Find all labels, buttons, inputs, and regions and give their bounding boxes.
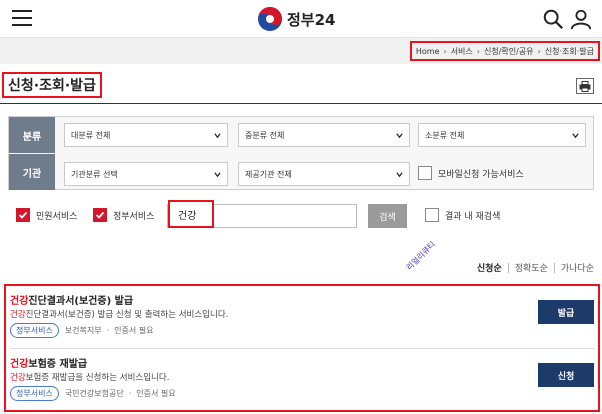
agency-label: 기관 [9, 154, 55, 190]
side-label: 리얼리큐티 [404, 239, 438, 273]
result-auth-requirement: 인증서 필요 [114, 326, 154, 335]
result-auth-requirement: 인증서 필요 [136, 389, 176, 398]
result-title[interactable]: 건강보험증 재발급 [10, 355, 87, 370]
result-title-highlight: 건강 [10, 296, 29, 307]
gov-service-checkbox[interactable] [93, 208, 107, 222]
result-description: 건강보험증 재발급을 신청하는 서비스입니다. [10, 371, 169, 383]
civil-service-checkbox[interactable] [16, 208, 30, 222]
service-type-badge: 정부서비스 [10, 386, 59, 401]
service-type-badge: 정부서비스 [10, 323, 59, 338]
agency-type-value: 기관분류 선택 [71, 169, 118, 179]
category-label: 분류 [9, 117, 55, 153]
gov-service-option[interactable]: 정부서비스 [93, 208, 154, 222]
meta-separator: · [128, 389, 132, 398]
title-row: 신청·조회·발급 [0, 68, 602, 104]
research-option[interactable]: 결과 내 재검색 [425, 208, 500, 222]
print-icon [579, 80, 591, 92]
chevron-down-icon [396, 133, 403, 139]
breadcrumb-apply-check-share[interactable]: 신청/확인/공유 [484, 46, 534, 57]
chevron-down-icon [214, 133, 221, 139]
result-item: 건강보험증 재발급 건강보험증 재발급을 신청하는 서비스입니다. 정부서비스 … [10, 348, 594, 408]
major-category-select[interactable]: 대분류 전체 [64, 123, 228, 147]
result-organization: 국민건강보험공단 [64, 389, 124, 398]
breadcrumb-service[interactable]: 서비스 [451, 46, 473, 57]
mobile-service-label: 모바일신청 가능서비스 [438, 169, 524, 180]
research-checkbox[interactable] [425, 208, 439, 222]
result-desc-highlight: 건강 [10, 373, 26, 383]
breadcrumb-bar: Home › 서비스 › 신청/확인/공유 › 신청·조회·발급 [0, 38, 602, 64]
provider-select[interactable]: 제공기관 전체 [238, 162, 410, 186]
chevron-down-icon [396, 172, 403, 178]
middle-category-select[interactable]: 중분류 전체 [238, 123, 410, 147]
result-item: 건강진단결과서(보건증) 발급 건강진단결과서(보건증) 발급 신청 및 출력하… [10, 286, 594, 346]
result-desc-text: 진단결과서(보건증) 발급 신청 및 출력하는 서비스입니다. [25, 310, 229, 320]
search-row: 민원서비스 정부서비스 건강 검색 결과 내 재검색 [0, 198, 602, 234]
minor-category-select[interactable]: 소분류 전체 [418, 123, 586, 147]
result-title-text: 보험증 재발급 [28, 359, 88, 370]
logo[interactable]: 정부24 [257, 6, 335, 32]
sort-by-accuracy[interactable]: 정확도순 [515, 261, 548, 274]
sort-by-application[interactable]: 신청순 [477, 261, 502, 274]
chevron-down-icon [572, 133, 579, 139]
mobile-service-option[interactable]: 모바일신청 가능서비스 [418, 166, 524, 180]
breadcrumb-home[interactable]: Home [416, 47, 440, 56]
top-header: 정부24 [0, 0, 602, 38]
divider [507, 262, 509, 273]
page-title: 신청·조회·발급 [2, 72, 102, 98]
result-organization: 보건복지부 [64, 326, 102, 335]
search-query-text[interactable]: 건강 [168, 200, 214, 228]
filter-panel: 분류 기관 대분류 전체 중분류 전체 소분류 전체 기관분류 선택 제공기관 … [8, 116, 594, 190]
search-button[interactable]: 검색 [368, 204, 407, 228]
chevron-down-icon [214, 172, 221, 178]
breadcrumb: Home › 서비스 › 신청/확인/공유 › 신청·조회·발급 [409, 41, 600, 61]
chevron-right-icon: › [443, 46, 447, 56]
checkmark-icon [18, 211, 28, 219]
result-meta: 정부서비스 국민건강보험공단 · 인증서 필요 [10, 386, 176, 401]
search-icon[interactable] [542, 8, 564, 30]
agency-type-select[interactable]: 기관분류 선택 [64, 162, 228, 186]
breadcrumb-current: 신청·조회·발급 [544, 46, 594, 56]
print-button[interactable] [576, 78, 594, 94]
minor-category-value: 소분류 전체 [425, 130, 465, 140]
mobile-service-checkbox[interactable] [418, 166, 432, 180]
apply-button[interactable]: 신청 [538, 363, 594, 387]
sort-options: 신청순 정확도순 가나다순 [477, 261, 594, 274]
result-description: 건강진단결과서(보건증) 발급 신청 및 출력하는 서비스입니다. [10, 308, 228, 320]
chevron-right-icon: › [476, 46, 480, 56]
provider-value: 제공기관 전체 [245, 169, 292, 179]
divider [553, 262, 555, 273]
gov-service-label: 정부서비스 [113, 211, 155, 222]
meta-separator: · [106, 326, 110, 335]
result-title[interactable]: 건강진단결과서(보건증) 발급 [10, 292, 133, 307]
hamburger-menu-icon[interactable] [12, 10, 32, 26]
middle-category-value: 중분류 전체 [245, 130, 285, 140]
result-desc-highlight: 건강 [10, 310, 26, 320]
chevron-right-icon: › [537, 46, 541, 56]
result-meta: 정부서비스 보건복지부 · 인증서 필요 [10, 323, 154, 338]
research-label: 결과 내 재검색 [445, 211, 501, 222]
civil-service-label: 민원서비스 [36, 211, 78, 222]
result-desc-text: 보험증 재발급을 신청하는 서비스입니다. [25, 373, 170, 383]
result-title-text: 진단결과서(보건증) 발급 [28, 296, 134, 307]
sort-by-alphabet[interactable]: 가나다순 [561, 261, 594, 274]
result-title-highlight: 건강 [10, 359, 29, 370]
logo-text: 정부24 [287, 10, 336, 29]
government-emblem-icon [258, 7, 282, 31]
issue-button[interactable]: 발급 [538, 300, 594, 324]
civil-service-option[interactable]: 민원서비스 [16, 208, 77, 222]
major-category-value: 대분류 전체 [71, 130, 111, 140]
user-icon[interactable] [570, 8, 592, 30]
results-list: 건강진단결과서(보건증) 발급 건강진단결과서(보건증) 발급 신청 및 출력하… [4, 284, 600, 412]
checkmark-icon [95, 211, 105, 219]
